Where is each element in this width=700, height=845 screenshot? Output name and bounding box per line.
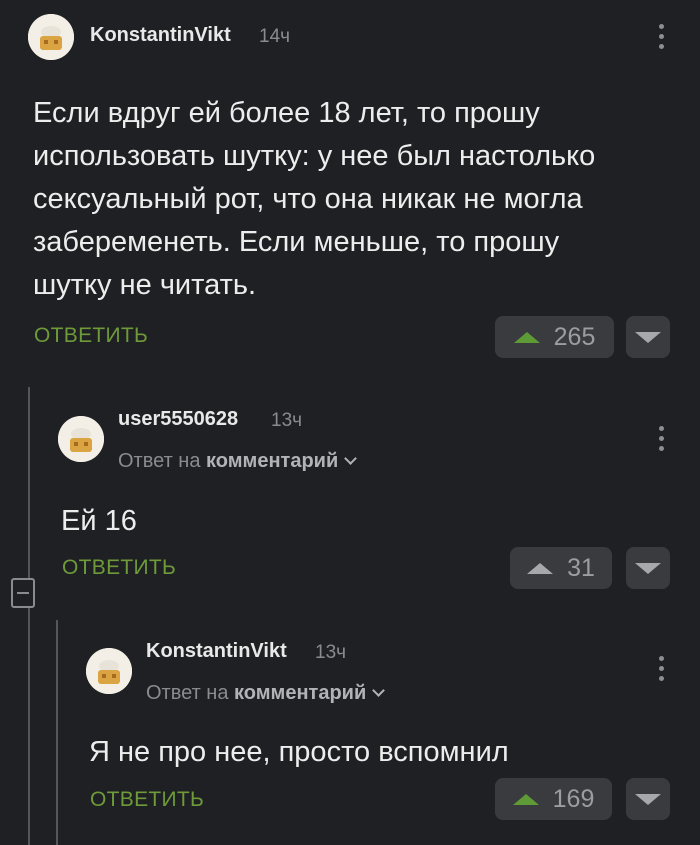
comment-text: Если вдруг ей более 18 лет, то прошу исп… <box>33 92 595 307</box>
comment-text-line: забеременеть. Если меньше, то прошу <box>33 226 560 258</box>
kebab-menu-icon[interactable] <box>657 24 665 54</box>
thread-line-level-2 <box>56 620 58 845</box>
comment-text-line: сексуальный рот, что она никак не могла <box>33 183 583 215</box>
collapse-thread-icon[interactable] <box>11 578 35 608</box>
comment-time: 13ч <box>315 642 347 663</box>
avatar[interactable] <box>28 14 74 60</box>
upvote-button[interactable]: 169 <box>495 778 612 820</box>
comment-time: 13ч <box>271 410 303 431</box>
comment-text-line: шутку не читать. <box>33 269 257 301</box>
comment-text: Ей 16 <box>61 500 137 543</box>
avatar-icon <box>58 416 104 462</box>
rating-count: 265 <box>553 322 596 351</box>
comment-username[interactable]: KonstantinVikt <box>90 24 231 47</box>
avatar-icon <box>86 648 132 694</box>
comment-time: 14ч <box>259 26 291 47</box>
downvote-arrow-icon <box>635 562 661 574</box>
chevron-down-icon <box>372 684 386 697</box>
comment-text-line: использовать шутку: у нее был настолько <box>33 140 596 172</box>
downvote-button[interactable] <box>626 778 670 820</box>
upvote-button[interactable]: 265 <box>495 316 614 358</box>
avatar[interactable] <box>58 416 104 462</box>
reply-button[interactable]: ОТВЕТИТЬ <box>90 788 204 812</box>
downvote-arrow-icon <box>635 793 661 805</box>
reply-to-target[interactable]: комментарий <box>234 682 366 704</box>
comment-username[interactable]: KonstantinVikt <box>146 640 287 663</box>
upvote-button[interactable]: 31 <box>510 547 612 589</box>
comment-text-line: Ей 16 <box>61 505 137 537</box>
comment-text: Я не про нее, просто вспомнил <box>89 731 509 774</box>
reply-to-link[interactable]: Ответ на комментарий <box>118 450 358 473</box>
kebab-menu-icon[interactable] <box>657 426 665 456</box>
reply-to-prefix: Ответ на <box>146 682 229 704</box>
reply-to-link[interactable]: Ответ на комментарий <box>146 682 386 705</box>
rating-count: 169 <box>552 784 595 813</box>
avatar[interactable] <box>86 648 132 694</box>
comment-username[interactable]: user5550628 <box>118 408 238 431</box>
comment-text-line: Я не про нее, просто вспомнил <box>89 736 509 768</box>
reply-button[interactable]: ОТВЕТИТЬ <box>34 324 148 348</box>
chevron-down-icon <box>344 452 358 465</box>
upvote-arrow-icon <box>527 562 554 574</box>
reply-button[interactable]: ОТВЕТИТЬ <box>62 556 176 580</box>
reply-to-prefix: Ответ на <box>118 450 201 472</box>
upvote-arrow-icon <box>513 331 540 343</box>
thread-line-level-1 <box>28 387 30 845</box>
kebab-menu-icon[interactable] <box>657 656 665 686</box>
comment-text-line: Если вдруг ей более 18 лет, то прошу <box>33 97 540 129</box>
downvote-button[interactable] <box>626 316 670 358</box>
avatar-icon <box>28 14 74 60</box>
downvote-arrow-icon <box>635 331 661 343</box>
upvote-arrow-icon <box>512 793 539 805</box>
rating-count: 31 <box>567 553 595 582</box>
reply-to-target[interactable]: комментарий <box>206 450 338 472</box>
downvote-button[interactable] <box>626 547 670 589</box>
